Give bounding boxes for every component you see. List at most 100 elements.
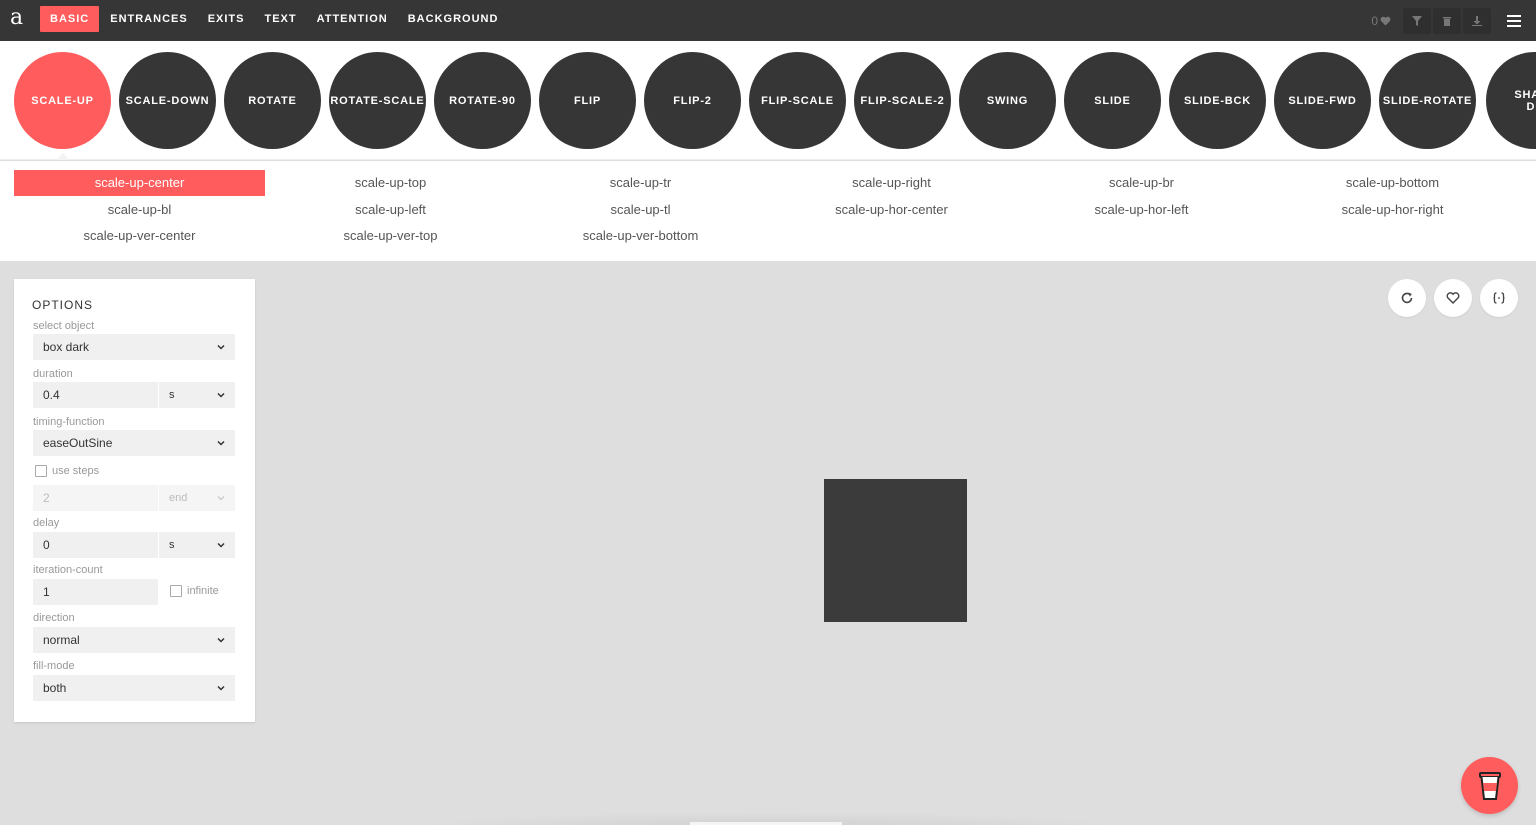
trash-icon (1443, 16, 1451, 26)
tab-attention[interactable]: ATTENTION (307, 6, 398, 32)
variant-item[interactable]: scale-up-center (14, 170, 265, 196)
variant-item[interactable]: scale-up-tr (515, 170, 766, 196)
delay-unit-select[interactable]: s (159, 532, 235, 558)
animation-flip-scale-2[interactable]: FLIP-SCALE-2 (854, 52, 951, 149)
variant-item[interactable]: scale-up-ver-center (14, 223, 265, 249)
animation-flip-2[interactable]: FLIP-2 (644, 52, 741, 149)
toolbar-right: 0 (1371, 0, 1536, 41)
generate-code-button[interactable] (1480, 279, 1518, 317)
duration-unit-select[interactable]: s (159, 382, 235, 408)
infinite-checkbox[interactable] (170, 585, 182, 597)
variant-item[interactable]: scale-up-hor-center (766, 197, 1017, 223)
favorites-counter[interactable]: 0 (1371, 14, 1391, 28)
tab-entrances[interactable]: ENTRANCES (100, 6, 197, 32)
chevron-down-icon (217, 542, 225, 548)
variant-item[interactable]: scale-up-left (265, 197, 516, 223)
animation-shadow-drop[interactable]: SHADOW-DROP (1486, 52, 1536, 149)
variant-item[interactable]: scale-up-bl (14, 197, 265, 223)
chevron-down-icon (217, 685, 225, 691)
tab-exits[interactable]: EXITS (198, 6, 255, 32)
top-bar: a BASIC ENTRANCES EXITS TEXT ATTENTION B… (0, 0, 1536, 41)
iteration-count-input[interactable]: 1 (33, 579, 158, 605)
select-object-label: select object (33, 320, 95, 332)
delay-label: delay (33, 517, 60, 529)
animation-flip-scale[interactable]: FLIP-SCALE (749, 52, 846, 149)
chevron-down-icon (217, 344, 225, 350)
heart-icon (1380, 16, 1391, 26)
select-object-dropdown[interactable]: box dark (33, 334, 235, 360)
menu-button[interactable] (1501, 8, 1527, 34)
variant-item[interactable]: scale-up-ver-top (265, 223, 516, 249)
tab-basic[interactable]: BASIC (40, 6, 100, 32)
animation-slide-rotate[interactable]: SLIDE-ROTATE (1379, 52, 1476, 149)
favorites-count: 0 (1371, 13, 1378, 28)
options-panel: OPTIONS select object box dark duration … (14, 279, 255, 722)
animation-swing[interactable]: SWING (959, 52, 1056, 149)
download-icon (1472, 15, 1482, 26)
chevron-down-icon (217, 637, 225, 643)
variant-list: scale-up-center scale-up-top scale-up-tr… (0, 161, 1536, 261)
steps-position-value: end (169, 492, 188, 504)
infinite-label: infinite (187, 585, 219, 597)
variant-item[interactable]: scale-up-bottom (1267, 170, 1518, 196)
download-button[interactable] (1463, 7, 1491, 34)
animated-object-box (824, 479, 967, 622)
tab-background[interactable]: BACKGROUND (398, 6, 509, 32)
timing-function-dropdown[interactable]: easeOutSine (33, 430, 235, 456)
variant-item[interactable]: scale-up-tl (515, 197, 766, 223)
variant-item[interactable]: scale-up-br (1016, 170, 1267, 196)
animation-rotate[interactable]: ROTATE (224, 52, 321, 149)
animation-rotate-scale[interactable]: ROTATE-SCALE (329, 52, 426, 149)
filter-button[interactable] (1403, 7, 1431, 34)
heart-icon (1446, 292, 1460, 304)
direction-value: normal (43, 633, 80, 647)
animation-list: SCALE-UP SCALE-DOWN ROTATE ROTATE-SCALE … (0, 41, 1536, 160)
duration-label: duration (33, 368, 73, 380)
timing-function-label: timing-function (33, 416, 105, 428)
animation-scale-down[interactable]: SCALE-DOWN (119, 52, 216, 149)
variant-item[interactable]: scale-up-hor-right (1267, 197, 1518, 223)
animation-flip[interactable]: FLIP (539, 52, 636, 149)
hamburger-icon (1507, 14, 1521, 27)
direction-label: direction (33, 612, 75, 624)
fill-mode-dropdown[interactable]: both (33, 675, 235, 701)
variant-item[interactable]: scale-up-right (766, 170, 1017, 196)
delete-button[interactable] (1433, 7, 1461, 34)
animation-rotate-90[interactable]: ROTATE-90 (434, 52, 531, 149)
duration-input[interactable]: 0.4 (33, 382, 158, 408)
category-nav: BASIC ENTRANCES EXITS TEXT ATTENTION BAC… (40, 6, 508, 32)
iteration-count-label: iteration-count (33, 564, 103, 576)
animation-slide[interactable]: SLIDE (1064, 52, 1161, 149)
code-braces-icon (1493, 292, 1505, 304)
use-steps-checkbox[interactable] (35, 465, 47, 477)
animation-slide-bck[interactable]: SLIDE-BCK (1169, 52, 1266, 149)
steps-count-input[interactable]: 2 (33, 485, 158, 511)
filter-icon (1412, 15, 1422, 26)
refresh-icon (1401, 292, 1413, 304)
fill-mode-label: fill-mode (33, 660, 75, 672)
duration-unit-value: s (169, 389, 175, 401)
use-steps-label: use steps (52, 465, 100, 477)
buy-me-coffee-button[interactable] (1461, 757, 1518, 814)
favorite-button[interactable] (1434, 279, 1472, 317)
direction-dropdown[interactable]: normal (33, 627, 235, 653)
chevron-down-icon (217, 392, 225, 398)
delay-input[interactable]: 0 (33, 532, 158, 558)
steps-position-select[interactable]: end (159, 485, 235, 511)
chevron-down-icon (217, 440, 225, 446)
chevron-down-icon (217, 495, 225, 501)
active-animation-pointer (57, 153, 69, 160)
animation-slide-fwd[interactable]: SLIDE-FWD (1274, 52, 1371, 149)
options-title: OPTIONS (32, 298, 94, 312)
delay-unit-value: s (169, 539, 175, 551)
variant-item[interactable]: scale-up-ver-bottom (515, 223, 766, 249)
replay-button[interactable] (1388, 279, 1426, 317)
animation-scale-up[interactable]: SCALE-UP (14, 52, 111, 149)
variant-item[interactable]: scale-up-hor-left (1016, 197, 1267, 223)
coffee-cup-icon (1478, 771, 1501, 800)
select-object-value: box dark (43, 340, 90, 354)
tab-text[interactable]: TEXT (254, 6, 306, 32)
variant-item[interactable]: scale-up-top (265, 170, 516, 196)
app-logo[interactable]: a (10, 5, 23, 31)
timing-function-value: easeOutSine (43, 436, 113, 450)
